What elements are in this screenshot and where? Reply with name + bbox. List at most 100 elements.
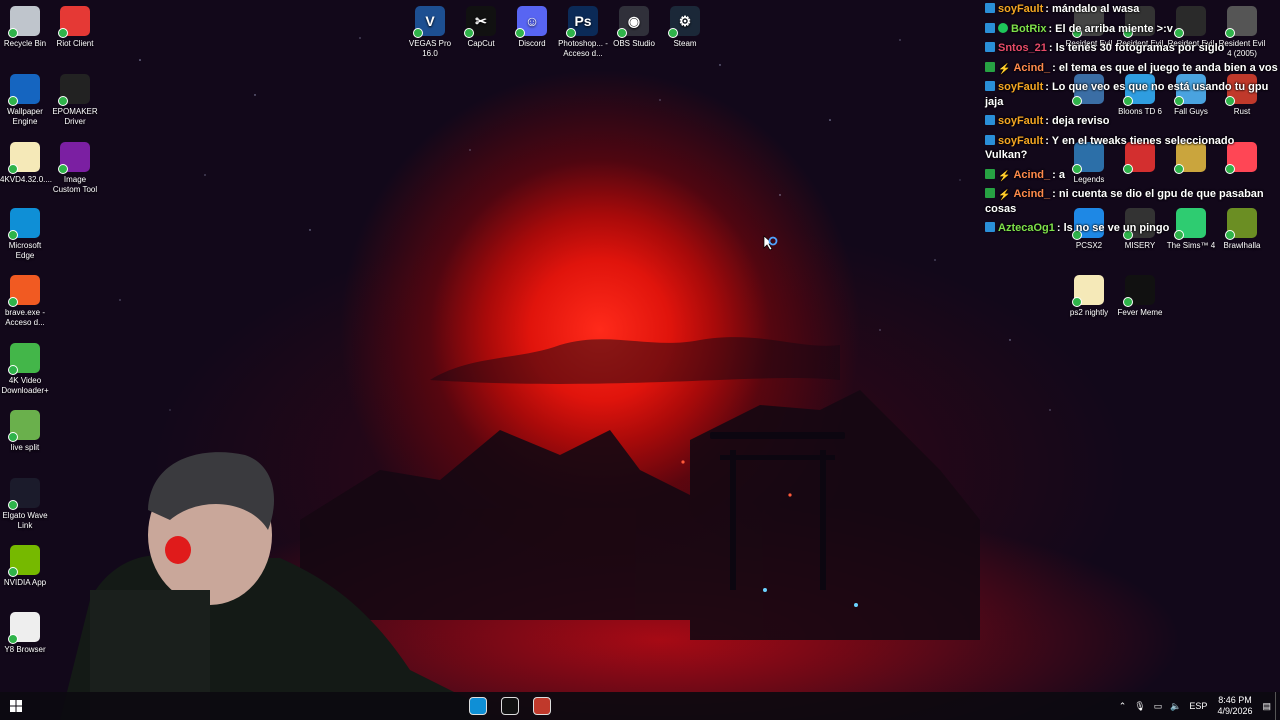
stream-chat-overlay: soyFault: mándalo al wasa BotRix: El de a… bbox=[982, 0, 1280, 239]
sync-status-icon bbox=[515, 28, 525, 38]
sync-status-icon bbox=[8, 500, 18, 510]
chat-text: : ls no se ve un pingo bbox=[1056, 222, 1170, 234]
busy-cursor-icon bbox=[763, 235, 778, 251]
desktop-shortcut[interactable]: ◉ OBS Studio bbox=[609, 6, 659, 49]
taskbar-app-button[interactable] bbox=[462, 692, 494, 720]
windows-start-button[interactable] bbox=[0, 692, 32, 720]
chat-message: soyFault: Y en el tweaks tienes seleccio… bbox=[982, 132, 1280, 166]
chat-username[interactable]: Acind_ bbox=[1013, 62, 1050, 74]
taskbar-app-button[interactable] bbox=[494, 692, 526, 720]
edge-icon bbox=[8, 208, 40, 240]
webcam-overlay bbox=[60, 452, 470, 720]
sync-status-icon bbox=[617, 28, 627, 38]
sync-status-icon bbox=[8, 634, 18, 644]
icon-glyph: V bbox=[425, 13, 435, 29]
shortcut-label: Brawlhalla bbox=[1223, 241, 1261, 250]
mod-badge-icon bbox=[998, 22, 1008, 33]
livesplit-icon bbox=[8, 410, 40, 442]
shortcut-label: Fever Meme bbox=[1117, 308, 1163, 317]
chat-text: : a bbox=[1052, 168, 1065, 181]
desktop-shortcut[interactable]: Fever Meme bbox=[1115, 275, 1165, 318]
edit-badge-icon bbox=[985, 168, 995, 179]
sync-status-icon bbox=[8, 365, 18, 375]
chat-username[interactable]: Acind_ bbox=[1013, 169, 1050, 181]
desktop-shortcut[interactable]: EPOMAKER Driver bbox=[50, 74, 100, 127]
chat-username[interactable]: soyFault bbox=[998, 3, 1043, 15]
desktop-shortcut[interactable]: brave.exe - Acceso d... bbox=[0, 275, 50, 328]
icon-glyph: ☺ bbox=[524, 13, 540, 29]
sync-status-icon bbox=[566, 28, 576, 38]
sync-status-icon bbox=[8, 164, 18, 174]
sync-status-icon bbox=[58, 28, 68, 38]
desktop-shortcut[interactable]: ps2 nightly bbox=[1064, 275, 1114, 318]
chat-message: ⚡ Acind_: el tema es que el juego te anda… bbox=[982, 59, 1280, 79]
desktop-shortcut[interactable]: V VEGAS Pro 16.0 bbox=[405, 6, 455, 59]
shortcut-label: EPOMAKER Driver bbox=[52, 107, 98, 126]
chat-message: soyFault: deja reviso bbox=[982, 112, 1280, 132]
desktop-shortcut[interactable]: Wallpaper Engine bbox=[0, 74, 50, 127]
chat-username[interactable]: AztecaOg1 bbox=[998, 222, 1055, 234]
sync-status-icon bbox=[8, 96, 18, 106]
bolt-badge-icon: ⚡ bbox=[998, 170, 1011, 182]
sync-status-icon bbox=[8, 567, 18, 577]
epomaker-driver-icon bbox=[58, 74, 90, 106]
desktop-shortcut[interactable]: 4KVD4.32.0.... bbox=[0, 142, 53, 185]
shortcut-label: Photoshop... - Acceso d... bbox=[558, 39, 608, 58]
desktop-shortcut[interactable]: Recycle Bin bbox=[0, 6, 50, 49]
chat-text: : el tema es que el juego te anda bien a… bbox=[1052, 61, 1278, 74]
shortcut-label: Discord bbox=[518, 39, 546, 48]
sync-status-icon bbox=[464, 28, 474, 38]
clock[interactable]: 8:46 PM 4/9/2026 bbox=[1217, 695, 1252, 717]
desktop-shortcut[interactable]: Ps Photoshop... - Acceso d... bbox=[558, 6, 608, 59]
chat-username[interactable]: soyFault bbox=[998, 115, 1043, 127]
chat-username[interactable]: soyFault bbox=[998, 81, 1043, 93]
brave-icon bbox=[8, 275, 40, 307]
chat-username[interactable]: Acind_ bbox=[1013, 188, 1050, 200]
notification-icon[interactable]: ▤ bbox=[1262, 701, 1271, 712]
shortcut-label: 4K Video Downloader+ bbox=[1, 376, 49, 395]
shortcut-label: OBS Studio bbox=[613, 39, 655, 48]
desktop-shortcut[interactable]: ⚙ Steam bbox=[660, 6, 710, 49]
system-tray: ⌃ 🎙 ▭ 🔈 ESP 8:46 PM 4/9/2026 ▤ bbox=[1115, 692, 1280, 720]
shortcut-label: 4KVD4.32.0.... bbox=[0, 175, 53, 184]
vegas-pro-icon: V bbox=[413, 6, 445, 38]
chat-message: ⚡ Acind_: ni cuenta se dio el gpu de que … bbox=[982, 185, 1280, 219]
bolt-badge-icon: ⚡ bbox=[998, 190, 1011, 201]
shortcut-label: ps2 nightly bbox=[1069, 308, 1109, 317]
prime-badge-icon bbox=[985, 22, 995, 33]
shortcut-label: Microsoft Edge bbox=[8, 241, 42, 260]
prime-badge-icon bbox=[985, 222, 995, 232]
shortcut-label: CapCut bbox=[467, 39, 495, 48]
sync-status-icon bbox=[8, 230, 18, 240]
desktop-shortcut[interactable]: 4K Video Downloader+ bbox=[0, 343, 50, 396]
recycle-bin-icon bbox=[8, 6, 40, 38]
prime-badge-icon bbox=[985, 134, 995, 145]
speaker-icon[interactable]: 🔈 bbox=[1170, 701, 1181, 712]
chat-message: AztecaOg1: ls no se ve un pingo bbox=[982, 219, 1280, 239]
chat-text: : mándalo al wasa bbox=[1045, 3, 1140, 15]
sync-status-icon bbox=[8, 28, 18, 38]
clock-time: 8:46 PM bbox=[1218, 695, 1252, 705]
chat-username[interactable]: BotRix bbox=[1011, 23, 1046, 35]
desktop-shortcut[interactable]: Microsoft Edge bbox=[0, 208, 50, 261]
chat-username[interactable]: soyFault bbox=[998, 135, 1043, 147]
shortcut-label: Steam bbox=[673, 39, 697, 48]
microphone-icon[interactable]: 🎙 bbox=[1134, 701, 1145, 712]
desktop-shortcut[interactable]: Riot Client bbox=[50, 6, 100, 49]
fever-meme-icon bbox=[1123, 275, 1155, 307]
obs-studio-icon bbox=[533, 697, 551, 715]
chat-message: soyFault: mándalo al wasa bbox=[982, 0, 1280, 20]
show-desktop-button[interactable] bbox=[1275, 692, 1280, 720]
shortcut-label: PCSX2 bbox=[1075, 241, 1103, 250]
icon-glyph: Ps bbox=[574, 13, 592, 29]
language-indicator[interactable]: ESP bbox=[1189, 701, 1207, 711]
chat-username[interactable]: Sntos_21 bbox=[998, 42, 1047, 54]
desktop-shortcut[interactable]: Image Custom Tool bbox=[50, 142, 100, 195]
chevron-up-icon[interactable]: ⌃ bbox=[1119, 701, 1127, 712]
shortcut-label: The Sims™ 4 bbox=[1166, 241, 1216, 250]
taskbar-app-button[interactable] bbox=[526, 692, 558, 720]
network-icon[interactable]: ▭ bbox=[1154, 701, 1163, 712]
chat-text: : El de arriba miente >:v bbox=[1048, 22, 1173, 35]
desktop-shortcut[interactable]: ☺ Discord bbox=[507, 6, 557, 49]
desktop-shortcut[interactable]: ✂ CapCut bbox=[456, 6, 506, 49]
